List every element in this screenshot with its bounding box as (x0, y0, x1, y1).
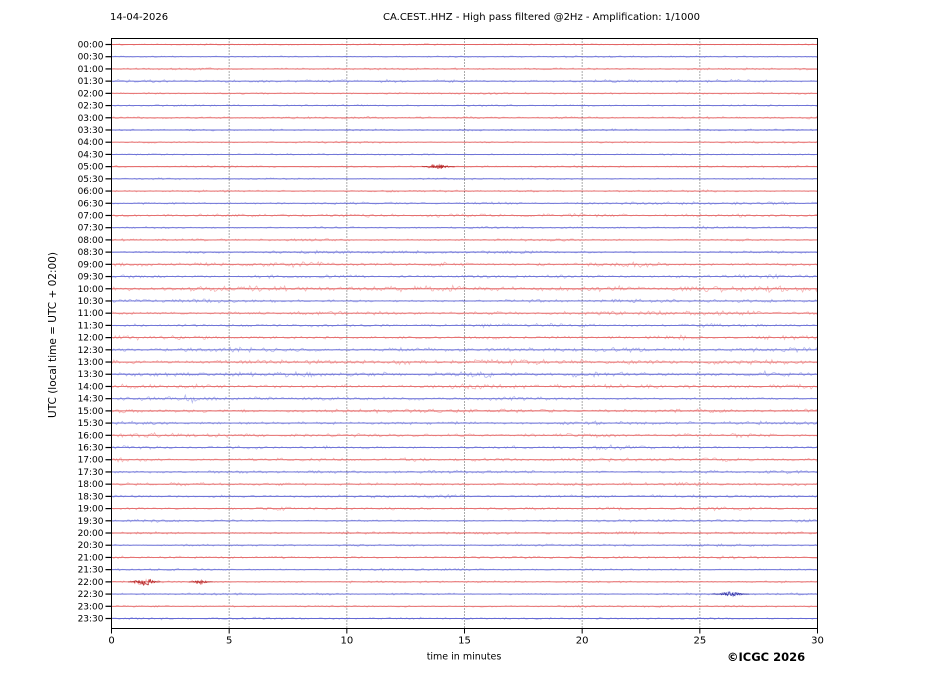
seismogram-plot: 00:00 00:30 01:00 01:30 02:00 02:30 03:00 03:30… (78, 38, 824, 647)
row-time-label: 23:30 (78, 615, 104, 625)
row-time-label: 07:30 (78, 224, 104, 234)
row-time-label: 05:30 (78, 175, 104, 185)
row-time-label: 20:00 (78, 529, 104, 539)
row-time-label: 02:30 (78, 102, 104, 112)
row-time-label: 05:00 (78, 163, 104, 173)
row-time-label: 21:30 (78, 566, 104, 576)
row-time-label: 22:30 (78, 590, 104, 600)
x-tick-label: 0 (108, 636, 114, 647)
row-time-label: 07:00 (78, 211, 104, 221)
row-time-label: 00:30 (78, 53, 104, 63)
row-time-label: 01:00 (78, 65, 104, 75)
row-time-label: 15:30 (78, 419, 104, 429)
row-time-label: 13:30 (78, 370, 104, 380)
helicorder-page: 14-04-2026 CA.CEST..HHZ - High pass filt… (0, 0, 927, 696)
seismogram-event-burst (422, 163, 455, 170)
row-time-label: 19:30 (78, 517, 104, 527)
row-time-label: 21:00 (78, 553, 104, 563)
row-time-label: 09:30 (78, 273, 104, 283)
row-time-label: 17:30 (78, 468, 104, 478)
row-time-label: 11:30 (78, 321, 104, 331)
row-time-label: 10:00 (78, 285, 104, 295)
row-time-label: 03:00 (78, 114, 104, 124)
row-time-label: 03:30 (78, 126, 104, 136)
row-time-label: 04:30 (78, 150, 104, 160)
row-time-label: 02:00 (78, 89, 104, 99)
row-time-label: 17:00 (78, 456, 104, 466)
row-time-label: 18:30 (78, 492, 104, 502)
row-time-label: 13:00 (78, 358, 104, 368)
row-time-label: 10:30 (78, 297, 104, 307)
row-time-label: 14:30 (78, 395, 104, 405)
row-time-label: 01:30 (78, 77, 104, 87)
row-time-label: 04:00 (78, 138, 104, 148)
x-tick-label: 15 (458, 636, 471, 647)
x-tick-label: 20 (576, 636, 589, 647)
row-time-label: 16:00 (78, 431, 104, 441)
row-time-label: 23:00 (78, 602, 104, 612)
x-tick-label: 10 (340, 636, 353, 647)
row-time-label: 09:00 (78, 260, 104, 270)
x-tick-label: 25 (693, 636, 706, 647)
row-time-label: 06:00 (78, 187, 104, 197)
row-time-label: 12:00 (78, 334, 104, 344)
x-tick-label: 30 (811, 636, 824, 647)
row-time-label: 06:30 (78, 199, 104, 209)
row-time-label: 12:30 (78, 346, 104, 356)
row-time-label: 08:00 (78, 236, 104, 246)
row-time-label: 22:00 (78, 578, 104, 588)
row-time-label: 08:30 (78, 248, 104, 258)
row-time-label: 00:00 (78, 41, 104, 51)
row-time-label: 18:00 (78, 480, 104, 490)
row-time-label: 11:00 (78, 309, 104, 319)
row-time-label: 14:00 (78, 382, 104, 392)
row-time-label: 20:30 (78, 541, 104, 551)
x-axis-label: time in minutes (426, 651, 502, 663)
row-time-label: 19:00 (78, 505, 104, 515)
row-time-label: 16:30 (78, 444, 104, 454)
copyright-label: ©ICGC 2026 (727, 650, 806, 664)
x-tick-label: 5 (226, 636, 232, 647)
row-time-label: 15:00 (78, 407, 104, 417)
